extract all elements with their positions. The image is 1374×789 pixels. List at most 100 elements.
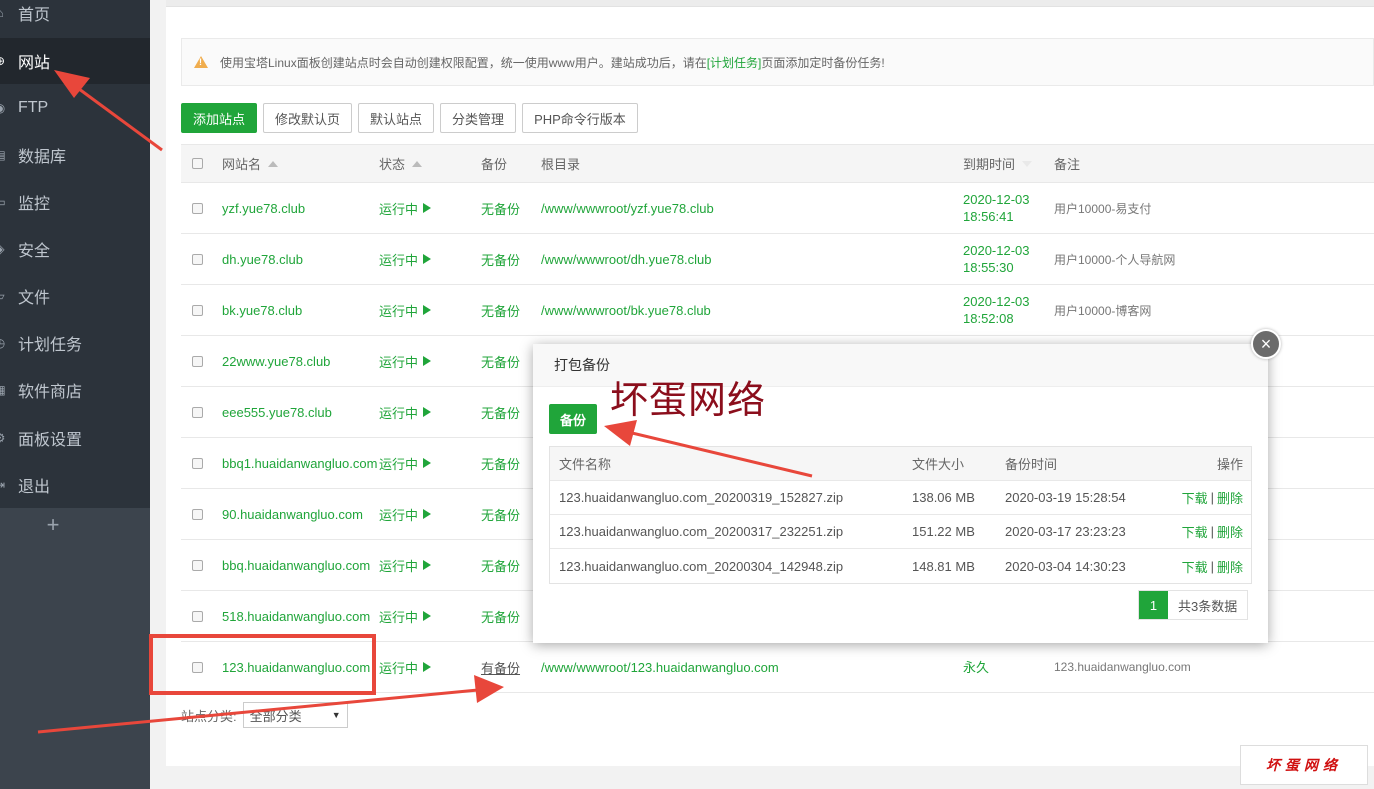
row-checkbox[interactable]	[192, 457, 203, 469]
site-name-link[interactable]: yzf.yue78.club	[222, 183, 372, 233]
site-status[interactable]: 运行中	[379, 285, 432, 335]
site-backup-link[interactable]: 无备份	[481, 540, 520, 590]
table-row: yzf.yue78.club 运行中 无备份/www/wwwroot/yzf.yue…	[181, 183, 1374, 234]
delete-link[interactable]: 删除	[1217, 522, 1243, 541]
backup-rows: 123.huaidanwangluo.com_20200319_152827.z…	[550, 481, 1251, 583]
site-backup-link[interactable]: 无备份	[481, 387, 520, 437]
sidebar-item-cron[interactable]: ◷ 计划任务	[0, 320, 150, 366]
col-expire[interactable]: 到期时间	[963, 145, 1033, 182]
default-site-button[interactable]: 默认站点	[358, 103, 435, 133]
backup-file-name: 123.huaidanwangluo.com_20200317_232251.z…	[559, 524, 844, 539]
site-name-link[interactable]: 90.huaidanwangluo.com	[222, 489, 372, 539]
site-expire[interactable]: 2020-12-03 18:55:30	[963, 234, 1043, 284]
row-checkbox[interactable]	[192, 202, 203, 214]
backup-row: 123.huaidanwangluo.com_20200317_232251.z…	[550, 515, 1251, 549]
site-name-link[interactable]: bk.yue78.club	[222, 285, 372, 335]
site-backup-link[interactable]: 无备份	[481, 438, 520, 488]
backup-table-header: 文件名称 文件大小 备份时间 操作	[550, 447, 1251, 481]
download-link[interactable]: 下载	[1182, 488, 1208, 507]
logout-icon: ⇥	[0, 478, 9, 492]
backup-table: 文件名称 文件大小 备份时间 操作 123.huaidanwangluo.com…	[549, 446, 1252, 584]
edit-default-page-button[interactable]: 修改默认页	[263, 103, 353, 133]
site-status[interactable]: 运行中	[379, 234, 432, 284]
site-backup-link[interactable]: 无备份	[481, 234, 520, 284]
sidebar-item-label: 数据库	[18, 149, 67, 166]
site-status[interactable]: 运行中	[379, 540, 432, 590]
site-remark[interactable]: 123.huaidanwangluo.com	[1054, 642, 1191, 692]
add-menu-button[interactable]: +	[0, 512, 106, 538]
select-all-checkbox[interactable]	[192, 158, 203, 169]
download-link[interactable]: 下载	[1182, 557, 1208, 576]
sidebar-item-settings[interactable]: ⚙ 面板设置	[0, 415, 150, 461]
site-status[interactable]: 运行中	[379, 438, 432, 488]
site-expire[interactable]: 2020-12-03 18:56:41	[963, 183, 1043, 233]
row-checkbox[interactable]	[192, 406, 203, 418]
php-cli-version-button[interactable]: PHP命令行版本	[522, 103, 638, 133]
sidebar-item-monitor[interactable]: ▭ 监控	[0, 179, 150, 225]
site-remark[interactable]: 用户10000-易支付	[1054, 183, 1151, 233]
site-status[interactable]: 运行中	[379, 642, 432, 692]
site-backup-link[interactable]: 无备份	[481, 489, 520, 539]
site-status[interactable]: 运行中	[379, 489, 432, 539]
delete-link[interactable]: 删除	[1217, 557, 1243, 576]
site-name-link[interactable]: 22www.yue78.club	[222, 336, 372, 386]
site-root-link[interactable]: /www/wwwroot/yzf.yue78.club	[541, 183, 714, 233]
site-backup-link[interactable]: 无备份	[481, 591, 520, 641]
site-name-link[interactable]: bbq1.huaidanwangluo.com	[222, 438, 377, 488]
site-status[interactable]: 运行中	[379, 336, 432, 386]
site-remark[interactable]: 用户10000-个人导航网	[1054, 234, 1175, 284]
category-label: 站点分类:	[181, 708, 237, 724]
site-root-link[interactable]: /www/wwwroot/dh.yue78.club	[541, 234, 712, 284]
play-icon	[423, 254, 432, 264]
site-backup-link[interactable]: 有备份	[481, 642, 520, 692]
site-root-link[interactable]: /www/wwwroot/bk.yue78.club	[541, 285, 711, 335]
delete-link[interactable]: 删除	[1217, 488, 1243, 507]
page-current[interactable]: 1	[1139, 591, 1168, 619]
site-status[interactable]: 运行中	[379, 183, 432, 233]
page-total: 共3条数据	[1178, 598, 1238, 614]
sidebar-item-ftp[interactable]: ◉ FTP	[0, 85, 150, 131]
cron-link[interactable]: [计划任务]	[707, 54, 762, 71]
site-expire[interactable]: 永久	[963, 642, 1043, 692]
site-name-link[interactable]: bbq.huaidanwangluo.com	[222, 540, 372, 590]
category-manage-button[interactable]: 分类管理	[440, 103, 517, 133]
top-strip	[166, 0, 1374, 7]
site-root-link[interactable]: /www/wwwroot/123.huaidanwangluo.com	[541, 642, 779, 692]
site-remark[interactable]: 用户10000-博客网	[1054, 285, 1151, 335]
row-checkbox[interactable]	[192, 304, 203, 316]
row-checkbox[interactable]	[192, 355, 203, 367]
sidebar-item-websites[interactable]: ⊕ 网站	[0, 38, 150, 84]
site-status[interactable]: 运行中	[379, 591, 432, 641]
col-status[interactable]: 状态	[379, 145, 423, 182]
site-name-link[interactable]: dh.yue78.club	[222, 234, 372, 284]
notice-text-after: 页面添加定时备份任务!	[761, 55, 885, 70]
row-checkbox[interactable]	[192, 253, 203, 265]
sidebar-item-files[interactable]: ▱ 文件	[0, 273, 150, 319]
play-icon	[423, 458, 432, 468]
site-status[interactable]: 运行中	[379, 387, 432, 437]
row-checkbox[interactable]	[192, 610, 203, 622]
sidebar: ⌂ 首页 ⊕ 网站 ◉ FTP ▤ 数据库 ▭ 监控 ◈ 安全 ▱ 文件 ◷ 计	[0, 0, 150, 789]
sidebar-item-label: 退出	[18, 479, 51, 496]
site-expire[interactable]: 2020-12-03 18:52:08	[963, 285, 1043, 335]
pagination: 1 共3条数据	[1138, 590, 1249, 620]
sidebar-item-logout[interactable]: ⇥ 退出	[0, 462, 150, 508]
site-backup-link[interactable]: 无备份	[481, 285, 520, 335]
site-name-link[interactable]: eee555.yue78.club	[222, 387, 372, 437]
add-site-button[interactable]: 添加站点	[181, 103, 258, 133]
col-name[interactable]: 网站名	[222, 145, 279, 182]
close-icon[interactable]: ×	[1251, 329, 1281, 359]
sidebar-item-home[interactable]: ⌂ 首页	[0, 0, 150, 36]
site-backup-link[interactable]: 无备份	[481, 183, 520, 233]
sidebar-item-store[interactable]: ▦ 软件商店	[0, 367, 150, 413]
row-checkbox[interactable]	[192, 508, 203, 520]
download-link[interactable]: 下载	[1182, 522, 1208, 541]
row-checkbox[interactable]	[192, 559, 203, 571]
sidebar-item-label: 网站	[18, 55, 51, 72]
site-backup-link[interactable]: 无备份	[481, 336, 520, 386]
backup-button[interactable]: 备份	[549, 404, 597, 434]
category-select[interactable]: 全部分类 ▼	[242, 702, 348, 728]
sidebar-item-label: FTP	[18, 99, 49, 116]
sidebar-item-database[interactable]: ▤ 数据库	[0, 132, 150, 178]
sidebar-item-security[interactable]: ◈ 安全	[0, 226, 150, 272]
